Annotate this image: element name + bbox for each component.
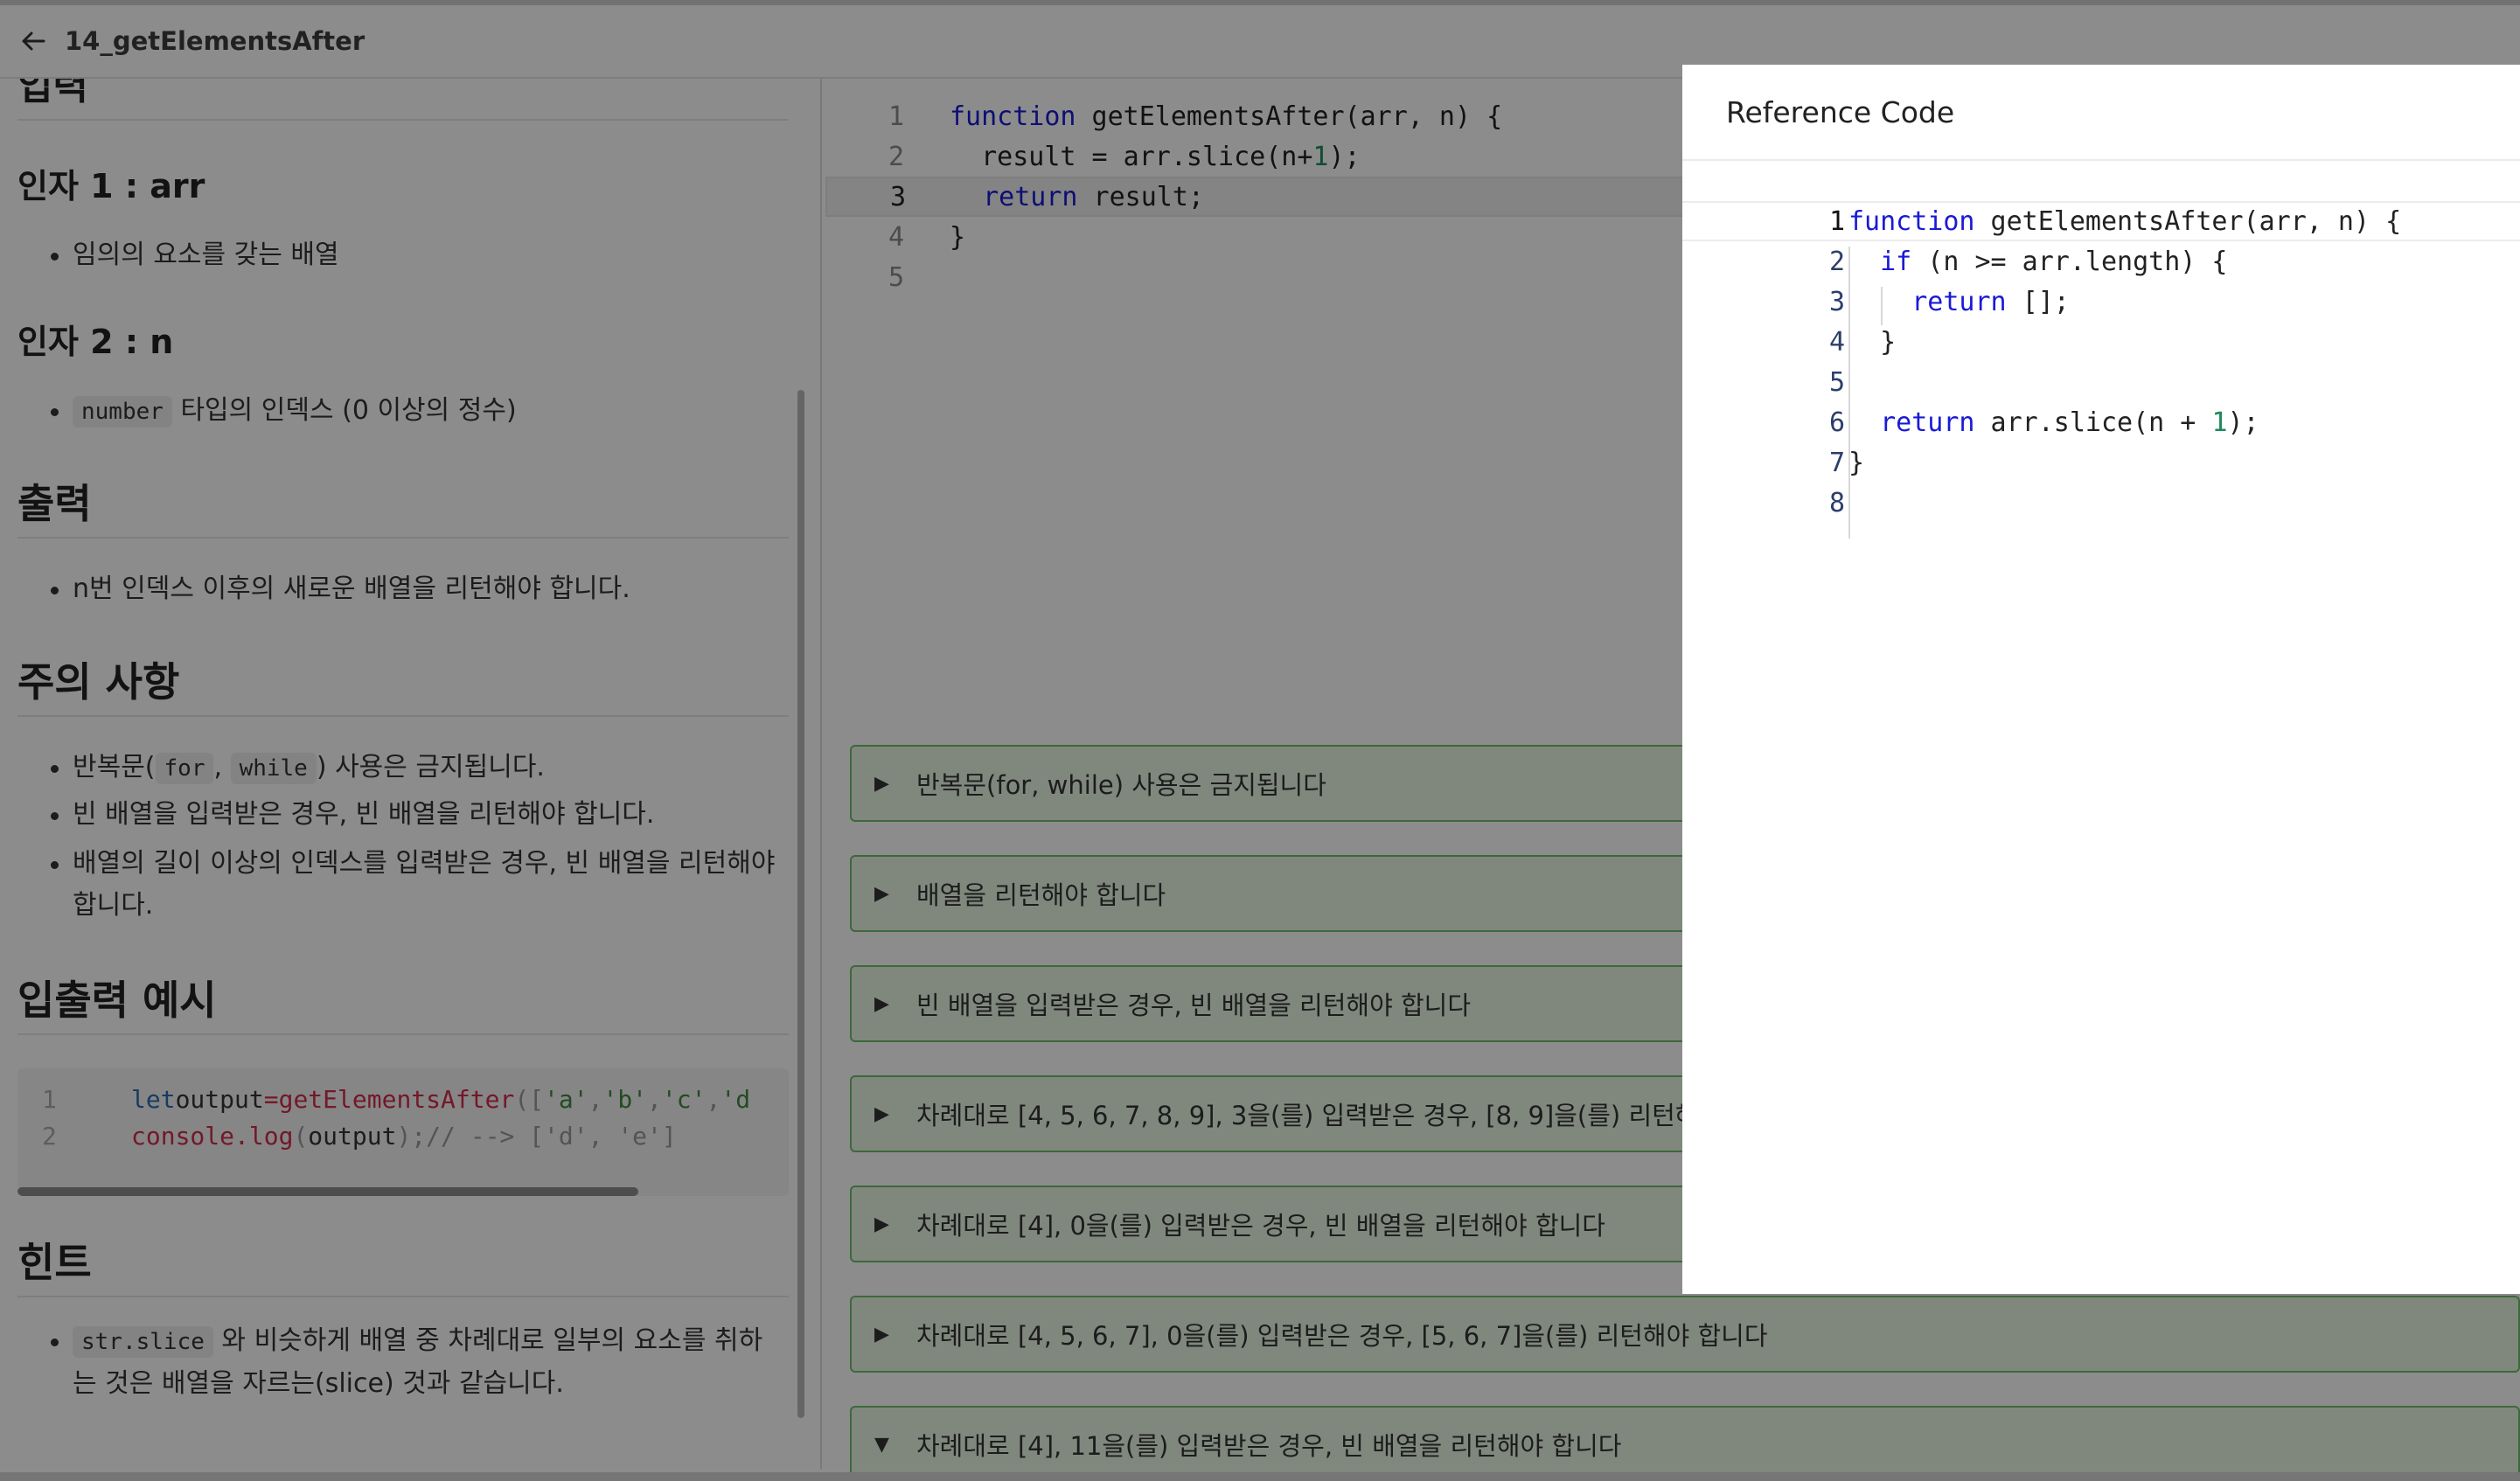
modal-title: Reference Code (1726, 94, 1955, 129)
line-number: 1 (1828, 205, 1845, 237)
reference-line: 4 } (1682, 322, 2520, 362)
modal-header: Reference Code (1682, 65, 2520, 161)
line-number: 8 (1828, 487, 1845, 518)
code-token: return (1848, 286, 2007, 317)
reference-line: 8 (1682, 483, 2520, 523)
reference-line-active: 1 function getElementsAfter(arr, n) { (1682, 201, 2520, 241)
line-number: 2 (1828, 246, 1845, 277)
line-number: 4 (1828, 326, 1845, 358)
line-number: 5 (1828, 366, 1845, 398)
reference-line: 6 return arr.slice(n + 1); (1682, 402, 2520, 442)
code-text: if (n >= arr.length) { (1848, 247, 2227, 277)
code-text: function getElementsAfter(arr, n) { (1848, 206, 2401, 237)
line-number: 3 (1828, 286, 1845, 317)
code-token: if (1848, 246, 1912, 277)
code-token: getElementsAfter(arr, n) { (1974, 205, 2402, 237)
code-token: 1 (2211, 407, 2228, 438)
line-number: 7 (1828, 447, 1845, 478)
code-token: arr.slice(n + (1974, 407, 2212, 438)
reference-line: 2 if (n >= arr.length) { (1682, 241, 2520, 282)
reference-line: 5 (1682, 362, 2520, 402)
code-text: } (1848, 326, 1897, 358)
code-text: } (1848, 447, 1865, 478)
reference-line: 3 return []; (1682, 282, 2520, 322)
reference-line: 7 } (1682, 442, 2520, 483)
code-token: []; (2006, 286, 2070, 317)
reference-code-modal: Reference Code 1 function getElementsAft… (1682, 65, 2520, 1294)
code-token: return (1848, 407, 1975, 438)
code-text: return arr.slice(n + 1); (1848, 407, 2259, 438)
line-number: 6 (1828, 407, 1845, 438)
code-token: function (1848, 205, 1975, 237)
code-token: ); (2227, 407, 2259, 438)
code-text: return []; (1848, 287, 2070, 317)
code-token: (n >= arr.length) { (1911, 246, 2228, 277)
